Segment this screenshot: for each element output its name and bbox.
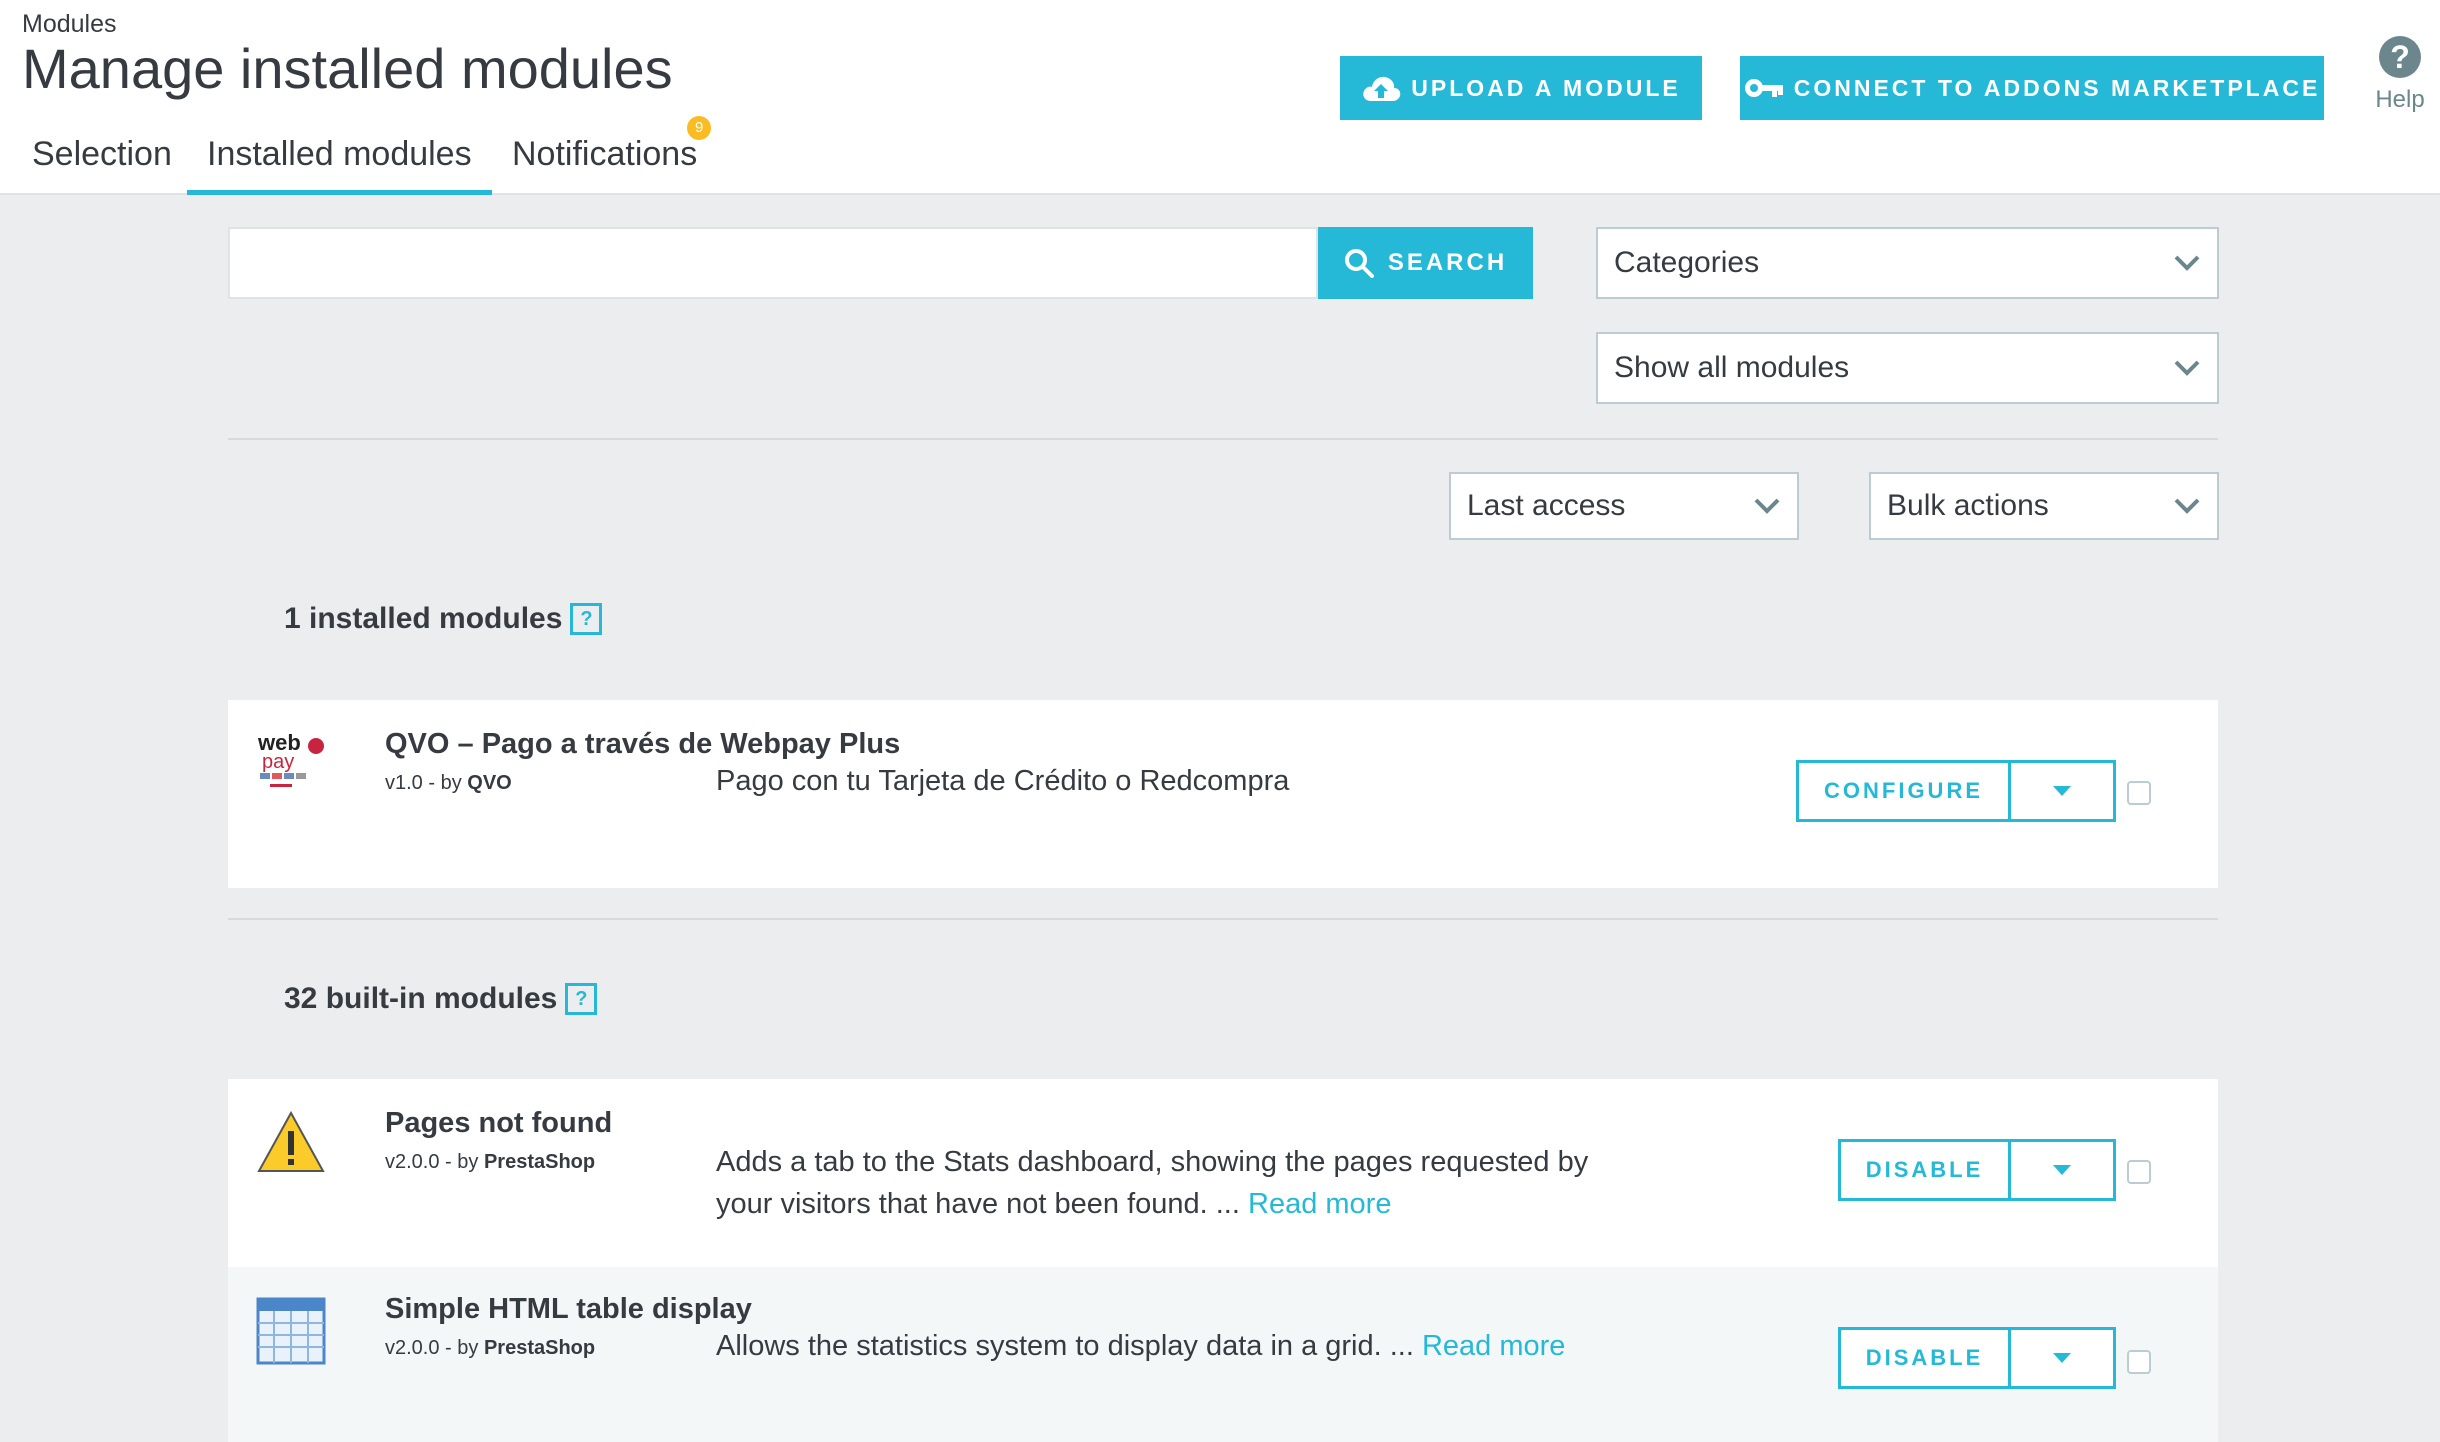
search-icon [1344, 249, 1374, 278]
caret-down-icon [2053, 1353, 2071, 1363]
module-action-group: DISABLE [1838, 1139, 2116, 1201]
disable-button[interactable]: DISABLE [1841, 1142, 2011, 1198]
connect-addons-label: CONNECT TO ADDONS MARKETPLACE [1793, 74, 2321, 101]
builtin-modules-heading: 32 built-in modules ? [284, 982, 598, 1016]
chevron-down-icon [2174, 255, 2200, 271]
module-action-dropdown[interactable] [2011, 1330, 2113, 1386]
module-name: Pages not found [385, 1107, 613, 1139]
module-author: QVO [467, 772, 512, 794]
tab-label: Installed modules [207, 135, 472, 173]
installed-modules-title: 1 installed modules [284, 602, 563, 635]
question-circle-icon: ? [2379, 36, 2421, 78]
search-button-label: SEARCH [1387, 249, 1508, 276]
chevron-down-icon [2174, 498, 2200, 514]
module-row: web pay QVO – Pago a través de Webpay Pl… [228, 700, 2218, 888]
divider [228, 918, 2218, 920]
bulk-actions-select[interactable]: Bulk actions [1869, 472, 2219, 540]
module-select-checkbox[interactable] [2127, 781, 2151, 805]
cloud-upload-icon [1363, 76, 1401, 101]
module-version: v2.0.0 - by PrestaShop [385, 1151, 595, 1174]
module-select-checkbox[interactable] [2127, 1350, 2151, 1374]
module-description: Pago con tu Tarjeta de Crédito o Redcomp… [716, 760, 1716, 802]
module-name: QVO – Pago a través de Webpay Plus [385, 728, 901, 760]
caret-down-icon [2053, 1165, 2071, 1175]
module-action-group: CONFIGURE [1796, 760, 2116, 822]
module-status-select-value: Show all modules [1614, 351, 1850, 384]
configure-button[interactable]: CONFIGURE [1799, 763, 2011, 819]
categories-select[interactable]: Categories [1596, 227, 2219, 299]
installed-modules-heading: 1 installed modules ? [284, 602, 603, 636]
chevron-down-icon [2174, 360, 2200, 376]
upload-module-label: UPLOAD A MODULE [1411, 74, 1681, 101]
svg-text:pay: pay [262, 751, 294, 773]
divider [228, 438, 2218, 440]
module-name: Simple HTML table display [385, 1293, 752, 1325]
sort-select[interactable]: Last access [1449, 472, 1799, 540]
module-author: PrestaShop [483, 1151, 596, 1173]
help-button[interactable]: ? Help [2370, 36, 2430, 114]
module-author: PrestaShop [483, 1337, 596, 1359]
module-row: Simple HTML table display v2.0.0 - by Pr… [228, 1267, 2218, 1442]
page-header: Modules Manage installed modules Selecti… [0, 0, 2440, 195]
module-version: v1.0 - by QVO [385, 772, 512, 795]
module-version: v2.0.0 - by PrestaShop [385, 1337, 595, 1360]
disable-button[interactable]: DISABLE [1841, 1330, 2011, 1386]
module-description-text: Allows the statistics system to display … [716, 1330, 1414, 1362]
sort-select-value: Last access [1467, 489, 1626, 522]
module-version-text: v2.0.0 - by [385, 1151, 479, 1173]
table-grid-icon [256, 1297, 326, 1365]
help-icon[interactable]: ? [565, 983, 598, 1015]
tab-installed-modules[interactable]: Installed modules [187, 128, 492, 195]
upload-module-button[interactable]: UPLOAD A MODULE [1340, 56, 1702, 120]
caret-down-icon [2053, 786, 2071, 796]
module-action-dropdown[interactable] [2011, 1142, 2113, 1198]
module-description-text: Adds a tab to the Stats dashboard, showi… [716, 1146, 1589, 1220]
tab-label: Notifications [512, 135, 698, 173]
module-version-text: v1.0 - by [385, 772, 462, 794]
module-description-text: Pago con tu Tarjeta de Crédito o Redcomp… [716, 765, 1290, 797]
webpay-logo: web pay [257, 730, 324, 787]
module-description: Adds a tab to the Stats dashboard, showi… [716, 1141, 1636, 1225]
chevron-down-icon [1754, 498, 1780, 514]
module-status-select[interactable]: Show all modules [1596, 332, 2219, 404]
search-button[interactable]: SEARCH [1318, 227, 1533, 299]
read-more-link[interactable]: Read more [1422, 1330, 1565, 1362]
module-select-checkbox[interactable] [2127, 1160, 2151, 1184]
module-action-dropdown[interactable] [2011, 763, 2113, 819]
bulk-actions-select-value: Bulk actions [1887, 489, 2049, 522]
help-icon[interactable]: ? [570, 603, 603, 635]
search-input[interactable] [228, 227, 1318, 299]
builtin-modules-title: 32 built-in modules [284, 982, 558, 1015]
breadcrumb[interactable]: Modules [22, 10, 117, 39]
module-action-group: DISABLE [1838, 1327, 2116, 1389]
module-row: Pages not found v2.0.0 - by PrestaShop A… [228, 1079, 2218, 1267]
module-description: Allows the statistics system to display … [716, 1325, 1716, 1367]
tab-selection[interactable]: Selection [32, 128, 172, 195]
read-more-link[interactable]: Read more [1248, 1188, 1391, 1220]
module-version-text: v2.0.0 - by [385, 1337, 479, 1359]
warning-icon [257, 1110, 325, 1172]
key-icon [1744, 79, 1783, 97]
notification-count-badge: 9 [687, 116, 712, 140]
help-label: Help [2375, 86, 2425, 113]
connect-addons-button[interactable]: CONNECT TO ADDONS MARKETPLACE [1740, 56, 2324, 120]
tab-notifications[interactable]: Notifications 9 [512, 116, 712, 195]
page-title: Manage installed modules [22, 37, 673, 100]
tab-label: Selection [32, 135, 172, 173]
categories-select-value: Categories [1614, 246, 1760, 279]
